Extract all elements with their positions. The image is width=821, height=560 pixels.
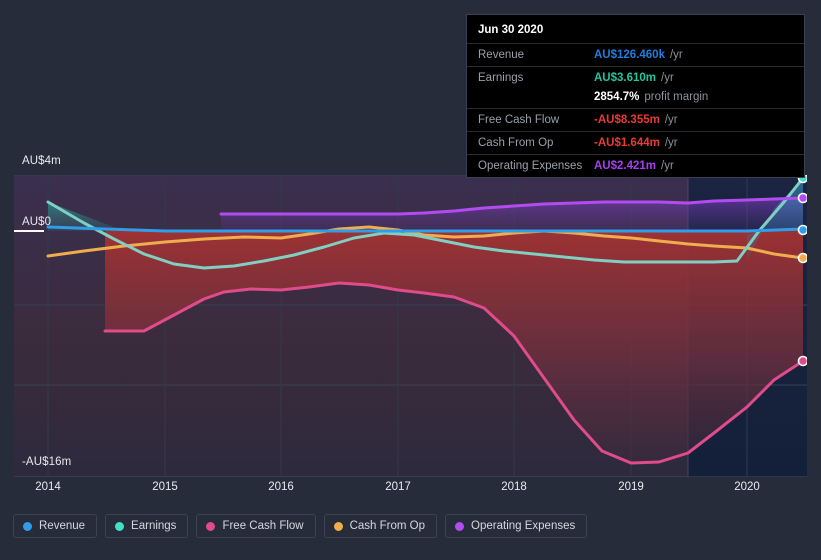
endpoint-marker-cash-from-op	[797, 252, 807, 264]
legend-dot-icon-free-cash-flow	[206, 521, 216, 531]
y-axis-label-top: AU$4m	[22, 155, 61, 167]
tooltip-label-revenue: Revenue	[478, 49, 525, 61]
endpoint-marker-operating-expenses	[797, 192, 807, 204]
x-axis-label-2019: 2019	[618, 481, 644, 493]
legend-label-earnings: Earnings	[131, 520, 177, 532]
y-axis-label-zero: AU$0	[22, 216, 52, 228]
tooltip-row-profit-margin: 2854.7% profit margin	[467, 89, 804, 108]
tooltip-value-operating-expenses: AU$2.421m	[594, 160, 657, 172]
tooltip-value-earnings: AU$3.610m	[594, 72, 657, 84]
legend-item-free-cash-flow[interactable]: Free Cash Flow	[196, 514, 316, 538]
endpoint-marker-revenue	[797, 224, 807, 236]
legend-label-cash-from-op: Cash From Op	[349, 520, 426, 532]
endpoint-marker-free-cash-flow	[797, 355, 807, 367]
legend-item-cash-from-op[interactable]: Cash From Op	[323, 514, 438, 538]
legend-item-revenue[interactable]: Revenue	[13, 514, 98, 538]
tooltip-row-operating-expenses: Operating Expenses AU$2.421m /yr	[467, 154, 804, 177]
tooltip-unit-cash-from-op: /yr	[664, 137, 678, 149]
tooltip-label-cash-from-op: Cash From Op	[478, 137, 554, 149]
tooltip-unit-operating-expenses: /yr	[661, 160, 674, 172]
legend-item-earnings[interactable]: Earnings	[105, 514, 189, 538]
tooltip-unit-revenue: /yr	[669, 49, 683, 61]
tooltip-label-operating-expenses: Operating Expenses	[478, 160, 583, 172]
tooltip-unit-free-cash-flow: /yr	[664, 114, 678, 126]
y-axis-label-bottom: -AU$16m	[22, 456, 72, 468]
tooltip-suffix-profit-margin: profit margin	[644, 91, 709, 103]
tooltip-label-earnings: Earnings	[478, 72, 524, 84]
tooltip-value-free-cash-flow: -AU$8.355m	[594, 114, 660, 126]
tooltip-date-title: Jun 30 2020	[478, 24, 544, 36]
chart-tooltip: Jun 30 2020 Revenue AU$126.460k /yr Earn…	[466, 14, 805, 178]
tooltip-value-cash-from-op: -AU$1.644m	[594, 137, 660, 149]
x-axis-label-2018: 2018	[501, 481, 527, 493]
x-axis-label-2014: 2014	[35, 481, 61, 493]
legend-dot-icon-revenue	[23, 521, 32, 531]
chart-plot-area	[14, 175, 807, 477]
tooltip-row-earnings: Earnings AU$3.610m /yr	[467, 66, 804, 89]
legend-dot-icon-earnings	[115, 521, 125, 531]
legend-label-free-cash-flow: Free Cash Flow	[222, 520, 304, 532]
tooltip-label-free-cash-flow: Free Cash Flow	[478, 114, 560, 126]
chart-svg	[14, 175, 807, 477]
chart-legend: Revenue Earnings Free Cash Flow Cash Fro…	[13, 514, 588, 538]
tooltip-value-profit-margin: 2854.7%	[594, 91, 640, 103]
tooltip-value-revenue: AU$126.460k	[594, 49, 665, 61]
x-axis-label-2016: 2016	[268, 481, 294, 493]
chart-screenshot: AU$4m AU$0 -AU$16m 2014 2015 2016 2017 2…	[0, 0, 821, 560]
tooltip-row-cash-from-op: Cash From Op -AU$1.644m /yr	[467, 131, 804, 154]
x-axis-label-2017: 2017	[385, 481, 411, 493]
legend-label-operating-expenses: Operating Expenses	[471, 520, 576, 532]
legend-item-operating-expenses[interactable]: Operating Expenses	[445, 514, 588, 538]
tooltip-row-revenue: Revenue AU$126.460k /yr	[467, 43, 804, 66]
x-axis-label-2020: 2020	[734, 481, 760, 493]
legend-dot-icon-cash-from-op	[333, 521, 343, 531]
tooltip-unit-earnings: /yr	[661, 72, 674, 84]
x-axis-label-2015: 2015	[152, 481, 178, 493]
legend-label-revenue: Revenue	[39, 520, 86, 532]
tooltip-row-free-cash-flow: Free Cash Flow -AU$8.355m /yr	[467, 108, 804, 131]
legend-dot-icon-operating-expenses	[455, 521, 465, 531]
